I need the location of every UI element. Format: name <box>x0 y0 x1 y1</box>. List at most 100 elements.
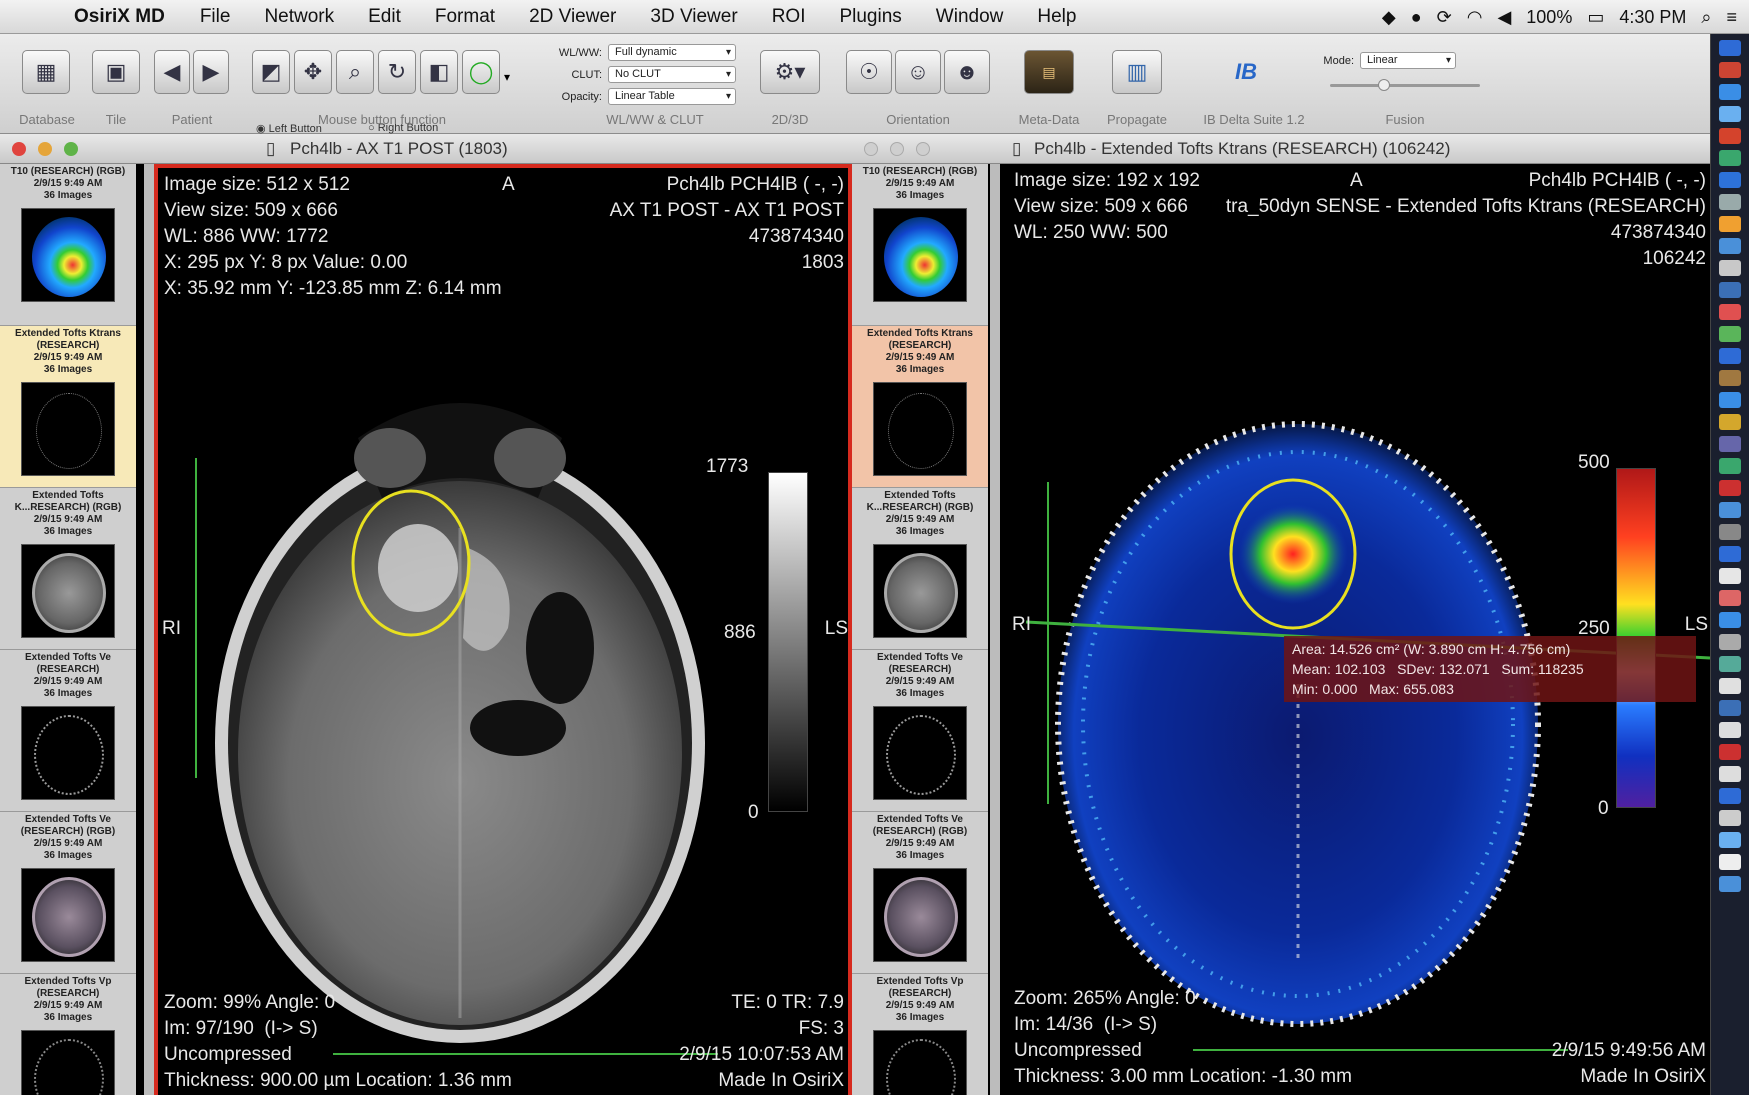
tile-button[interactable]: ▣ <box>92 50 140 94</box>
sync-icon[interactable]: ⟳ <box>1437 7 1452 28</box>
menu-help[interactable]: Help <box>1037 6 1076 28</box>
metadata-button[interactable]: ▤ <box>1024 50 1074 94</box>
menu-app-name[interactable]: OsiriX MD <box>74 6 165 28</box>
right-image-viewer[interactable]: Image size: 192 x 192 View size: 509 x 66… <box>1008 164 1710 1095</box>
roi-oval-tool-button[interactable]: ◯ <box>462 50 500 94</box>
sidebar-icon[interactable] <box>1719 766 1741 782</box>
move-tool-button[interactable]: ✥ <box>294 50 332 94</box>
menu-file[interactable]: File <box>200 6 231 28</box>
scroll-tool-button[interactable]: ◧ <box>420 50 458 94</box>
propagate-button[interactable]: ▥ <box>1112 50 1162 94</box>
menu-edit[interactable]: Edit <box>368 6 401 28</box>
orientation-coronal-button[interactable]: ☺ <box>895 50 941 94</box>
mode-select[interactable]: Linear <box>1360 52 1456 69</box>
menu-plugins[interactable]: Plugins <box>839 6 901 28</box>
next-patient-button[interactable]: ▶ <box>193 50 229 94</box>
sidebar-icon[interactable] <box>1719 304 1741 320</box>
sidebar-icon[interactable] <box>1719 568 1741 584</box>
dropbox-icon[interactable]: ◆ <box>1382 7 1396 28</box>
battery-label[interactable]: 100% <box>1526 7 1572 28</box>
zoom-icon[interactable] <box>64 142 78 156</box>
series-thumbnail[interactable]: T10 (RESEARCH) (RGB) 2/9/15 9:49 AM 36 I… <box>0 164 136 326</box>
list-icon[interactable]: ≡ <box>1726 7 1737 28</box>
left-image-viewer[interactable]: Image size: 512 x 512 View size: 509 x 66… <box>154 164 852 1095</box>
minimize-icon[interactable] <box>890 142 904 156</box>
menu-roi[interactable]: ROI <box>772 6 806 28</box>
delta-suite-button[interactable]: IB <box>1216 50 1276 94</box>
clut-select[interactable]: No CLUT <box>608 66 736 83</box>
sidebar-icon[interactable] <box>1719 810 1741 826</box>
series-thumbnail[interactable]: Extended Tofts Vp (RESEARCH) 2/9/15 9:49… <box>852 974 988 1095</box>
sidebar-icon[interactable] <box>1719 854 1741 870</box>
sidebar-icon[interactable] <box>1719 436 1741 452</box>
right-window-titlebar[interactable]: ▯ Pch4lb - Extended Tofts Ktrans (RESEAR… <box>852 134 1710 164</box>
sidebar-icon[interactable] <box>1719 656 1741 672</box>
sidebar-icon[interactable] <box>1719 392 1741 408</box>
series-thumbnail[interactable]: Extended Tofts Ve (RESEARCH) 2/9/15 9:49… <box>0 650 136 812</box>
sidebar-icon[interactable] <box>1719 40 1741 56</box>
series-thumbnail[interactable]: T10 (RESEARCH) (RGB) 2/9/15 9:49 AM 36 I… <box>852 164 988 326</box>
sidebar-icon[interactable] <box>1719 832 1741 848</box>
wifi-icon[interactable]: ◠ <box>1467 7 1483 28</box>
sidebar-icon[interactable] <box>1719 216 1741 232</box>
sidebar-icon[interactable] <box>1719 128 1741 144</box>
series-thumbnail-selected[interactable]: Extended Tofts Ktrans (RESEARCH) 2/9/15 … <box>852 326 988 488</box>
sidebar-icon[interactable] <box>1719 876 1741 892</box>
sidebar-icon[interactable] <box>1719 788 1741 804</box>
sidebar-icon[interactable] <box>1719 348 1741 364</box>
menu-network[interactable]: Network <box>264 6 334 28</box>
sidebar-icon[interactable] <box>1719 260 1741 276</box>
wlww-select[interactable]: Full dynamic <box>608 44 736 61</box>
sidebar-icon[interactable] <box>1719 414 1741 430</box>
menu-3d-viewer[interactable]: 3D Viewer <box>650 6 737 28</box>
sidebar-icon[interactable] <box>1719 700 1741 716</box>
sidebar-icon[interactable] <box>1719 106 1741 122</box>
orientation-sagittal-button[interactable]: ☻ <box>944 50 990 94</box>
sidebar-icon[interactable] <box>1719 326 1741 342</box>
wlww-tool-button[interactable]: ◩ <box>252 50 290 94</box>
series-thumbnail[interactable]: Extended Tofts Ve (RESEARCH) (RGB) 2/9/1… <box>0 812 136 974</box>
series-thumbnail[interactable]: Extended Tofts K...RESEARCH) (RGB) 2/9/1… <box>0 488 136 650</box>
sidebar-icon[interactable] <box>1719 62 1741 78</box>
series-thumbnail[interactable]: Extended Tofts Vp (RESEARCH) 2/9/15 9:49… <box>0 974 136 1095</box>
sidebar-icon[interactable] <box>1719 172 1741 188</box>
fusion-slider-thumb[interactable] <box>1378 79 1390 91</box>
menu-window[interactable]: Window <box>936 6 1004 28</box>
menu-format[interactable]: Format <box>435 6 495 28</box>
orientation-axial-button[interactable]: ☉ <box>846 50 892 94</box>
close-icon[interactable] <box>12 142 26 156</box>
database-button[interactable]: ▦ <box>22 50 70 94</box>
left-window-titlebar[interactable]: ▯ Pch4lb - AX T1 POST (1803) <box>0 134 852 164</box>
sidebar-icon[interactable] <box>1719 744 1741 760</box>
sidebar-icon[interactable] <box>1719 238 1741 254</box>
sidebar-icon[interactable] <box>1719 370 1741 386</box>
series-thumbnail[interactable]: Extended Tofts K...RESEARCH) (RGB) 2/9/1… <box>852 488 988 650</box>
zoom-tool-button[interactable]: ⌕ <box>336 50 374 94</box>
series-thumbnail[interactable]: Extended Tofts Ve (RESEARCH) 2/9/15 9:49… <box>852 650 988 812</box>
status-icon[interactable]: ● <box>1411 7 1422 28</box>
tool-dropdown-icon[interactable]: ▾ <box>504 70 510 84</box>
sidebar-icon[interactable] <box>1719 678 1741 694</box>
volume-icon[interactable]: ◀ <box>1497 7 1511 28</box>
series-thumbnail[interactable]: Extended Tofts Ve (RESEARCH) (RGB) 2/9/1… <box>852 812 988 974</box>
sidebar-icon[interactable] <box>1719 546 1741 562</box>
series-scrollbar[interactable] <box>144 164 154 1095</box>
spotlight-icon[interactable]: ⌕ <box>1701 7 1711 28</box>
sidebar-icon[interactable] <box>1719 150 1741 166</box>
zoom-icon[interactable] <box>916 142 930 156</box>
series-thumbnail-selected[interactable]: Extended Tofts Ktrans (RESEARCH) 2/9/15 … <box>0 326 136 488</box>
sidebar-icon[interactable] <box>1719 480 1741 496</box>
sidebar-icon[interactable] <box>1719 458 1741 474</box>
sidebar-icon[interactable] <box>1719 590 1741 606</box>
sidebar-icon[interactable] <box>1719 722 1741 738</box>
sidebar-icon[interactable] <box>1719 524 1741 540</box>
opacity-select[interactable]: Linear Table <box>608 88 736 105</box>
sidebar-icon[interactable] <box>1719 194 1741 210</box>
minimize-icon[interactable] <box>38 142 52 156</box>
fusion-slider[interactable] <box>1330 79 1480 91</box>
close-icon[interactable] <box>864 142 878 156</box>
previous-patient-button[interactable]: ◀ <box>154 50 190 94</box>
sidebar-icon[interactable] <box>1719 282 1741 298</box>
roi-statistics-box[interactable]: Area: 14.526 cm² (W: 3.890 cm H: 4.756 c… <box>1284 636 1696 702</box>
series-scrollbar[interactable] <box>990 164 1000 1095</box>
